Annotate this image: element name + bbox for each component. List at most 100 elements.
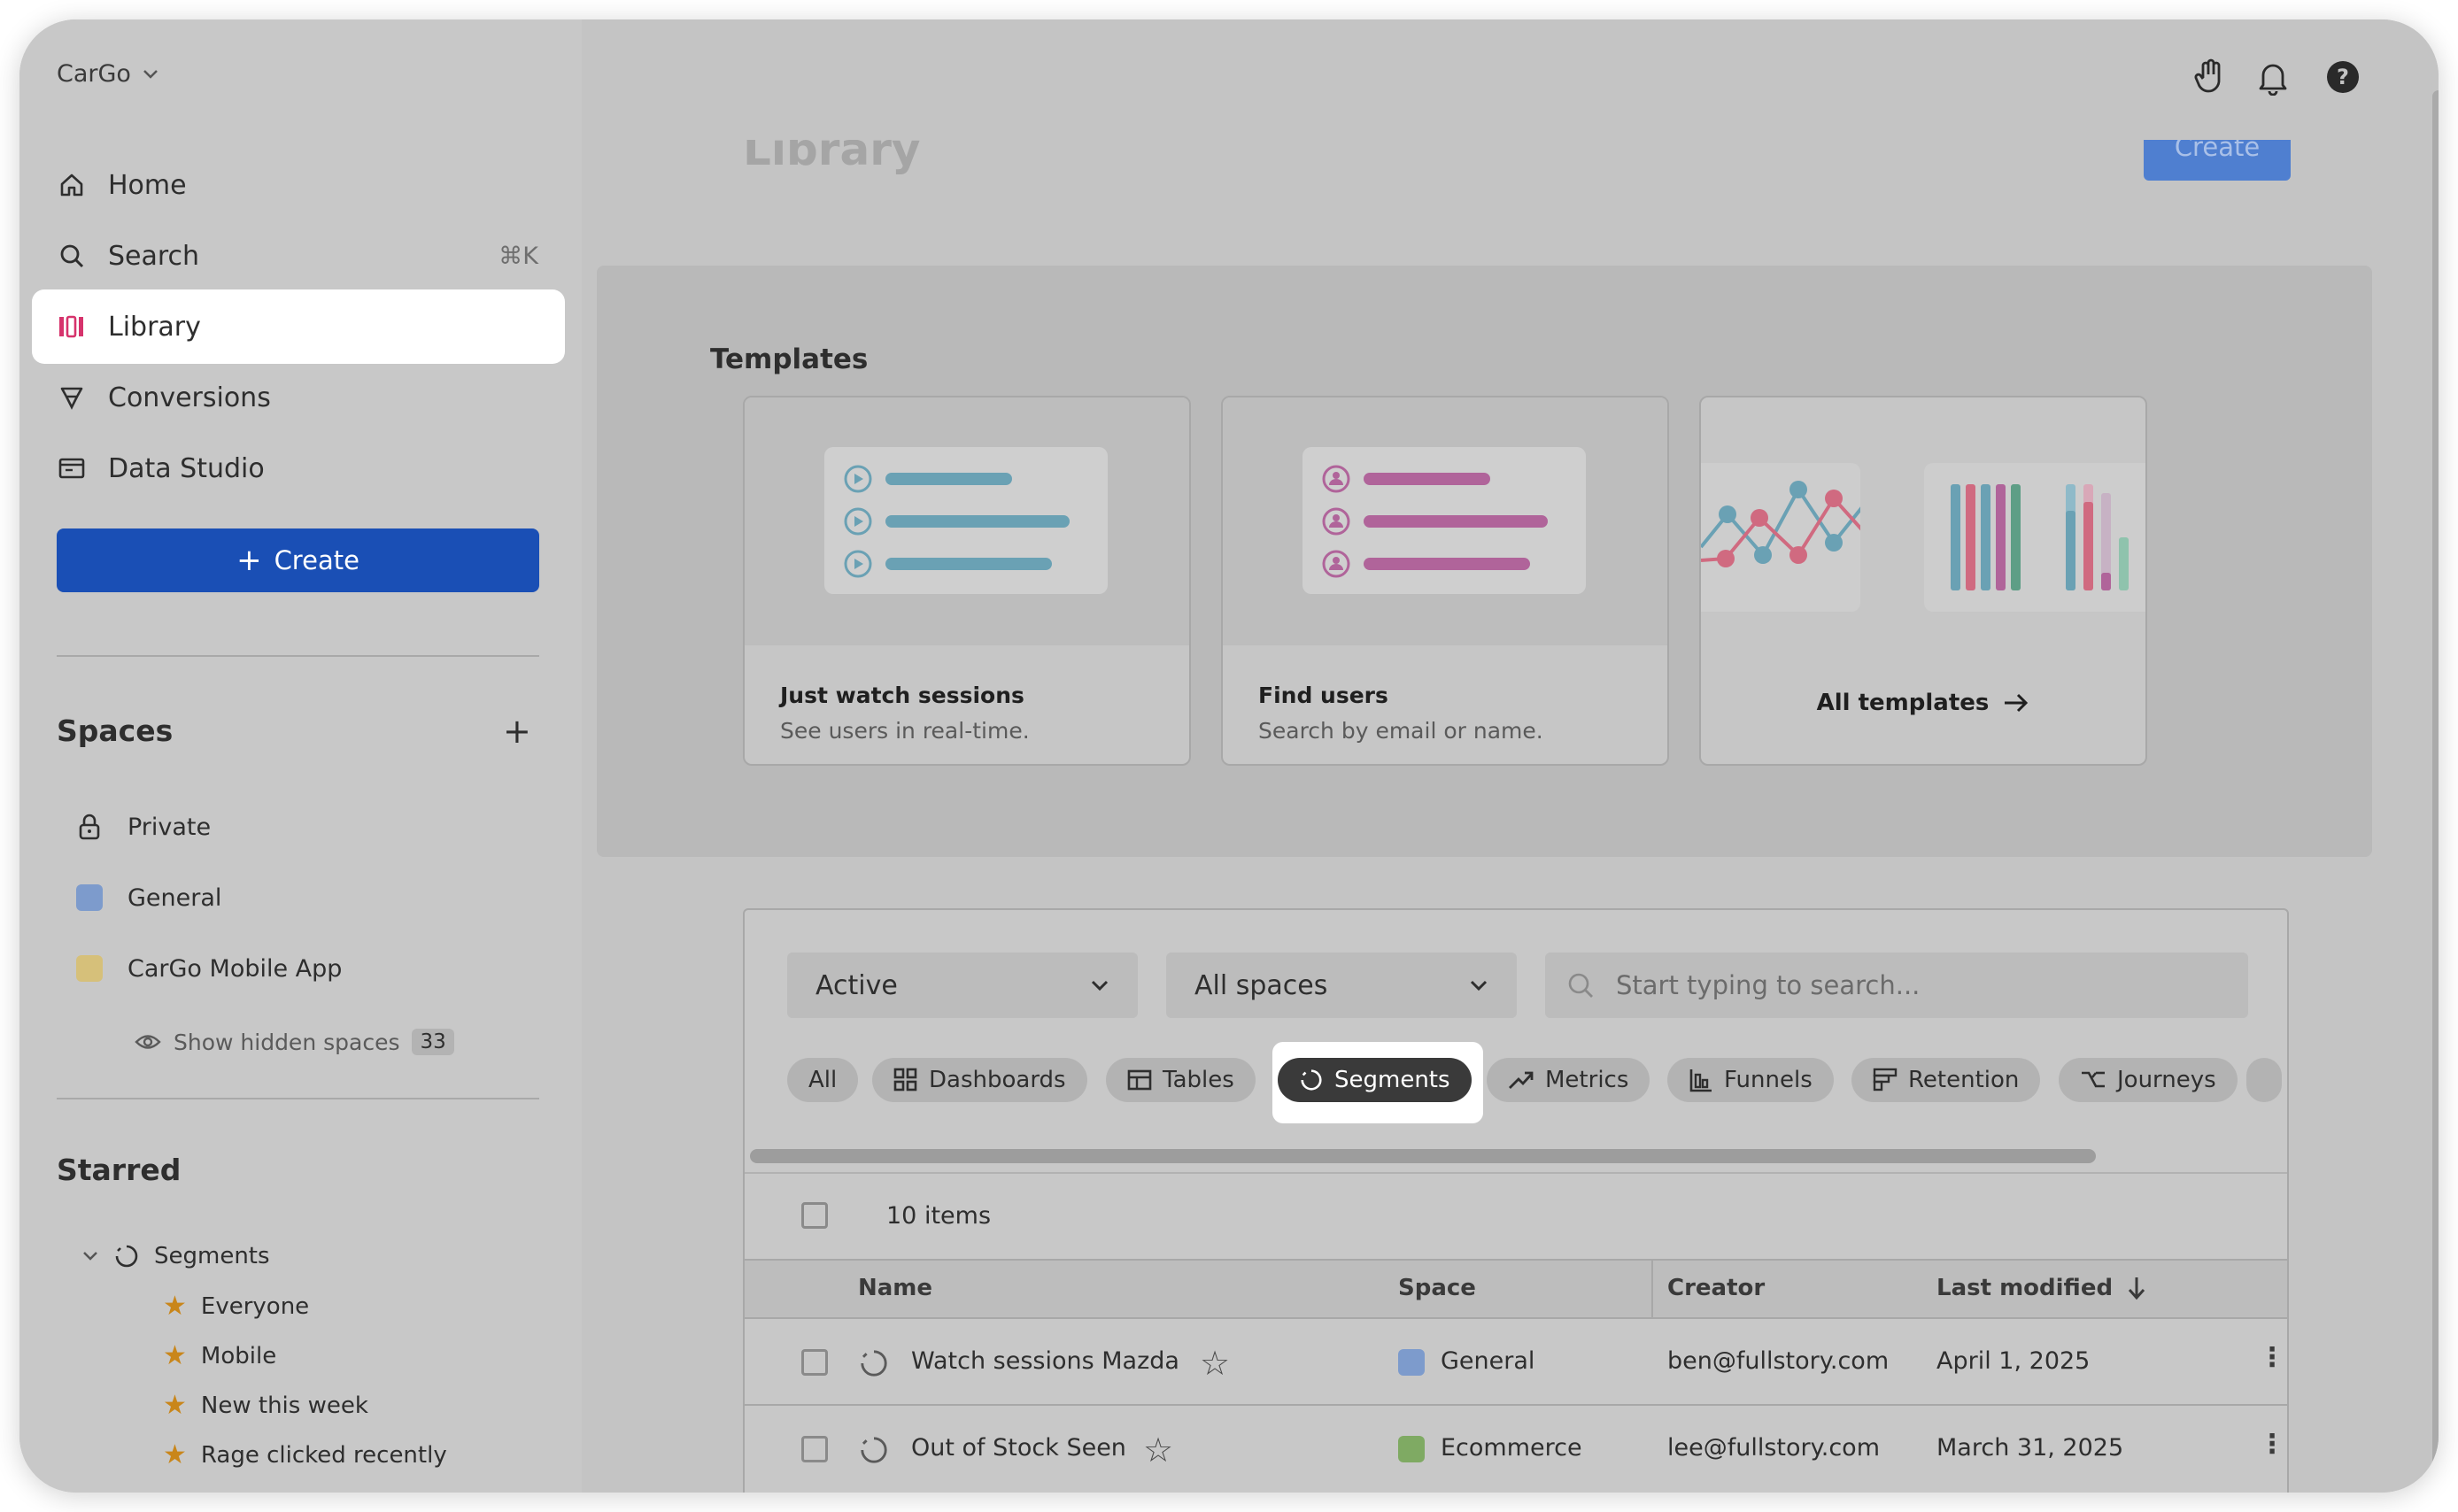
- table-icon: [1127, 1069, 1152, 1091]
- status-filter-value: Active: [815, 969, 898, 1001]
- star-filled-icon: ★: [163, 1291, 187, 1322]
- more-options-icon[interactable]: ⋮: [2259, 1429, 2285, 1460]
- add-space-button[interactable]: +: [503, 712, 531, 751]
- space-filter-dropdown[interactable]: All spaces: [1166, 953, 1517, 1018]
- space-item-label: CarGo Mobile App: [128, 954, 343, 983]
- table-row[interactable]: Watch sessions Mazda ☆ General ben@fulls…: [745, 1317, 2287, 1404]
- svg-text:?: ?: [2337, 65, 2349, 89]
- eye-icon: [135, 1035, 161, 1049]
- starred-item[interactable]: ★ Everyone: [163, 1291, 309, 1322]
- row-name[interactable]: Watch sessions Mazda: [911, 1347, 1179, 1375]
- starred-item[interactable]: ★ New this week: [163, 1390, 368, 1421]
- nav-data-studio[interactable]: Data Studio: [32, 431, 565, 505]
- star-filled-icon: ★: [163, 1439, 187, 1470]
- space-color-swatch: [76, 955, 103, 982]
- space-filter-value: All spaces: [1194, 969, 1328, 1001]
- create-button-label: Create: [274, 545, 359, 575]
- template-card-just-watch-sessions[interactable]: Just watch sessions See users in real-ti…: [743, 396, 1191, 766]
- col-last-modified[interactable]: Last modified: [1936, 1275, 2146, 1301]
- chip-journeys[interactable]: Journeys: [2059, 1058, 2238, 1102]
- template-card-find-users[interactable]: Find users Search by email or name.: [1221, 396, 1669, 766]
- help-icon[interactable]: ?: [2323, 57, 2363, 97]
- all-templates-label: All templates: [1816, 690, 1990, 716]
- all-templates-link[interactable]: All templates: [1701, 690, 2145, 716]
- col-name[interactable]: Name: [858, 1275, 932, 1301]
- row-space: Ecommerce: [1441, 1434, 1582, 1462]
- row-checkbox[interactable]: [801, 1436, 828, 1462]
- starred-group-segments[interactable]: Segments: [81, 1243, 270, 1269]
- select-all-checkbox[interactable]: [801, 1202, 828, 1229]
- chip-label: Tables: [1163, 1067, 1234, 1093]
- space-item-label: General: [128, 883, 222, 912]
- star-filled-icon: ★: [163, 1390, 187, 1421]
- chip-segments[interactable]: Segments: [1278, 1058, 1472, 1102]
- chip-more-overflow[interactable]: [2246, 1058, 2282, 1102]
- space-item-private[interactable]: Private: [76, 806, 211, 848]
- home-icon: [57, 170, 87, 200]
- more-options-icon[interactable]: ⋮: [2259, 1342, 2285, 1373]
- org-switcher[interactable]: CarGo: [57, 60, 159, 88]
- star-outline-icon[interactable]: ☆: [1200, 1344, 1230, 1383]
- chip-label: Journeys: [2117, 1067, 2216, 1093]
- template-card-all-templates[interactable]: All templates: [1699, 396, 2147, 766]
- star-outline-icon[interactable]: ☆: [1143, 1431, 1173, 1470]
- sidebar: CarGo Home Search ⌘K Library Conversions…: [19, 19, 582, 1493]
- template-preview: [745, 397, 1189, 645]
- starred-item-label: Mobile: [200, 1342, 277, 1369]
- header-create-button[interactable]: Create: [2144, 140, 2291, 181]
- space-item-general[interactable]: General: [76, 876, 221, 919]
- row-space: General: [1441, 1347, 1535, 1375]
- nav-library[interactable]: Library: [32, 289, 565, 364]
- chip-retention[interactable]: Retention: [1851, 1058, 2041, 1102]
- show-hidden-label: Show hidden spaces: [174, 1029, 400, 1055]
- row-modified: April 1, 2025: [1936, 1347, 2091, 1375]
- col-creator[interactable]: Creator: [1667, 1275, 1765, 1301]
- chip-dashboards[interactable]: Dashboards: [872, 1058, 1087, 1102]
- nav-home-label: Home: [108, 169, 187, 201]
- nav-home[interactable]: Home: [32, 148, 565, 222]
- funnel-chart-icon: [1689, 1069, 1712, 1092]
- segment-icon: [1301, 1069, 1322, 1091]
- arrow-right-icon: [2005, 693, 2029, 713]
- page-title: Library: [743, 140, 921, 175]
- nav-search[interactable]: Search ⌘K: [32, 219, 565, 293]
- table-row[interactable]: Out of Stock Seen ☆ Ecommerce lee@fullst…: [745, 1404, 2287, 1491]
- sidebar-divider: [57, 1098, 539, 1099]
- chip-label: Segments: [1334, 1067, 1450, 1093]
- starred-title: Starred: [57, 1153, 182, 1187]
- chip-funnels[interactable]: Funnels: [1667, 1058, 1834, 1102]
- row-name[interactable]: Out of Stock Seen: [911, 1434, 1126, 1462]
- chip-metrics[interactable]: Metrics: [1487, 1058, 1650, 1102]
- template-card-subtitle: See users in real-time.: [780, 718, 1030, 744]
- journey-icon: [2082, 1071, 2105, 1088]
- horizontal-scrollbar[interactable]: [750, 1149, 2096, 1163]
- space-item-cargo-mobile-app[interactable]: CarGo Mobile App: [76, 947, 342, 990]
- chip-tables[interactable]: Tables: [1106, 1058, 1256, 1102]
- starred-item[interactable]: ★ Mobile: [163, 1340, 276, 1371]
- sidebar-divider: [57, 655, 539, 657]
- templates-title: Templates: [710, 343, 869, 375]
- nav-conversions[interactable]: Conversions: [32, 360, 565, 435]
- col-space[interactable]: Space: [1398, 1275, 1476, 1301]
- lock-icon: [79, 814, 100, 840]
- bell-icon[interactable]: [2253, 57, 2293, 97]
- status-filter-dropdown[interactable]: Active: [787, 953, 1138, 1018]
- nav-data-studio-label: Data Studio: [108, 452, 265, 484]
- chevron-down-icon: [1470, 980, 1488, 991]
- chip-label: Dashboards: [929, 1067, 1066, 1093]
- column-divider: [1651, 1261, 1653, 1319]
- table-header: Name Space Creator Last modified: [745, 1259, 2287, 1319]
- chip-all[interactable]: All: [787, 1058, 859, 1102]
- show-hidden-spaces[interactable]: Show hidden spaces 33: [135, 1029, 454, 1055]
- starred-item-label: Everyone: [200, 1292, 310, 1320]
- library-search-input[interactable]: Start typing to search...: [1545, 953, 2248, 1018]
- hand-icon[interactable]: [2190, 57, 2230, 97]
- vertical-scrollbar[interactable]: [2432, 90, 2439, 1471]
- nav-library-label: Library: [108, 311, 201, 343]
- create-button[interactable]: + Create: [57, 528, 539, 592]
- template-card-subtitle: Search by email or name.: [1258, 718, 1543, 744]
- row-checkbox[interactable]: [801, 1349, 828, 1376]
- bar-chart-illustration: [1924, 463, 2145, 612]
- chip-label: Retention: [1908, 1067, 2020, 1093]
- starred-item[interactable]: ★ Rage clicked recently: [163, 1439, 447, 1470]
